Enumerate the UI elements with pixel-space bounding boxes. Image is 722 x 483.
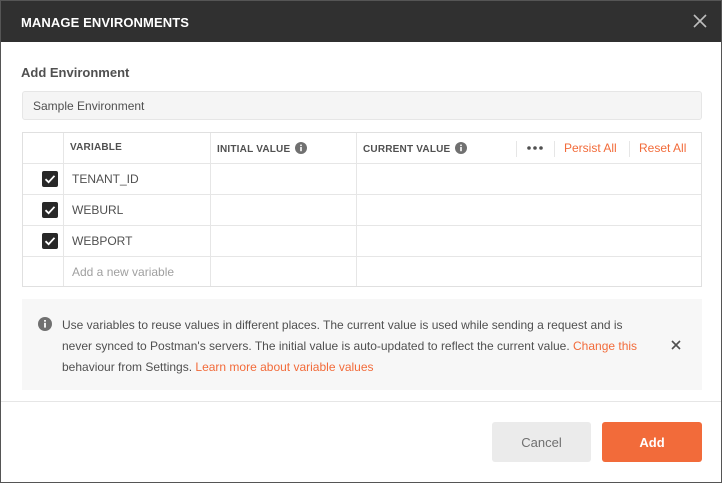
manage-environments-dialog: MANAGE ENVIRONMENTS Add Environment VARI… [0, 0, 722, 483]
environment-name-input[interactable] [22, 91, 702, 120]
header-initial-value: INITIAL VALUE [217, 142, 308, 157]
footer-divider [1, 401, 721, 402]
info-icon [38, 317, 52, 336]
section-label: Add Environment [21, 65, 130, 80]
reset-all-button[interactable]: Reset All [639, 141, 686, 155]
info-banner: Use variables to reuse values in differe… [22, 299, 702, 390]
checkbox-checked-icon[interactable] [42, 233, 58, 249]
new-variable-input[interactable]: Add a new variable [72, 265, 174, 279]
info-text: Use variables to reuse values in differe… [62, 315, 652, 378]
close-icon[interactable] [670, 338, 682, 356]
variables-table: VARIABLE INITIAL VALUE CURRENT VALUE Per… [22, 132, 702, 287]
info-text-part: Use variables to reuse values in differe… [62, 318, 623, 353]
cancel-button[interactable]: Cancel [492, 422, 591, 462]
more-horizontal-icon[interactable] [526, 139, 544, 162]
info-icon[interactable] [295, 142, 308, 157]
header-current-value: CURRENT VALUE [363, 142, 468, 157]
close-icon[interactable] [691, 12, 709, 30]
header-current-value-label: CURRENT VALUE [363, 144, 451, 155]
info-icon[interactable] [455, 142, 468, 157]
dialog-titlebar: MANAGE ENVIRONMENTS [1, 1, 721, 42]
learn-more-link[interactable]: Learn more about variable values [195, 360, 373, 374]
add-button[interactable]: Add [602, 422, 702, 462]
change-behaviour-link[interactable]: Change this [573, 339, 637, 353]
variable-name[interactable]: TENANT_ID [72, 172, 139, 186]
variable-name[interactable]: WEBPORT [72, 234, 132, 248]
info-text-part: behaviour from Settings. [62, 360, 196, 374]
checkbox-checked-icon[interactable] [42, 202, 58, 218]
header-variable: VARIABLE [70, 142, 122, 153]
variable-name[interactable]: WEBURL [72, 203, 123, 217]
header-initial-value-label: INITIAL VALUE [217, 144, 291, 155]
persist-all-button[interactable]: Persist All [564, 141, 617, 155]
dialog-title: MANAGE ENVIRONMENTS [21, 15, 190, 30]
checkbox-checked-icon[interactable] [42, 171, 58, 187]
